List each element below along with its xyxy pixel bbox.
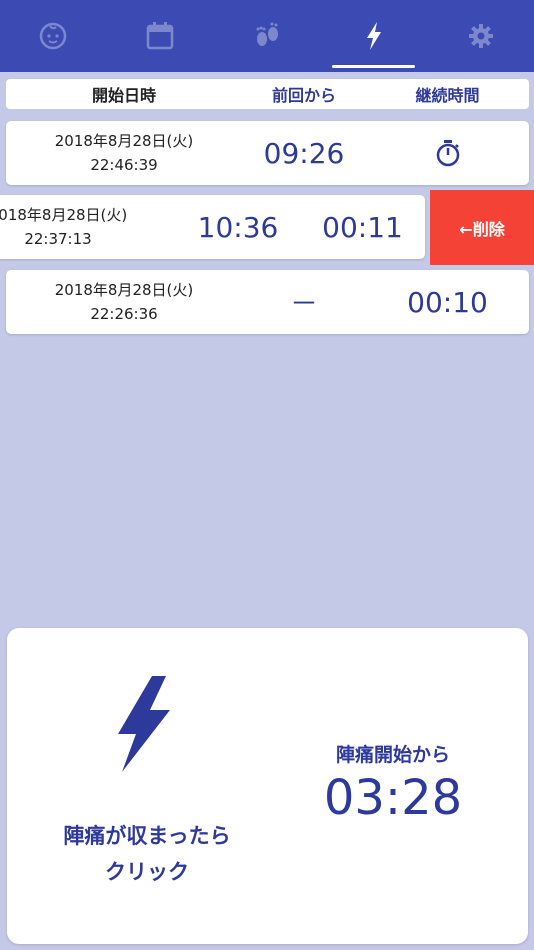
since-start-label: 陣痛開始から (335, 744, 450, 766)
row-datetime: 2018年8月28日(火) 22:37:13 (0, 203, 176, 251)
row-duration: 00:11 (322, 210, 403, 244)
lightning-icon (366, 22, 381, 50)
tab-baby[interactable] (0, 0, 107, 72)
calendar-icon (146, 22, 174, 50)
row-since-previous: － (289, 287, 318, 320)
tab-bar (0, 0, 534, 72)
row-date: 2018年8月28日(火) (54, 281, 194, 299)
delete-button[interactable]: ←削除 (430, 190, 534, 265)
active-tab-indicator (332, 65, 416, 68)
row-time: 22:26:36 (90, 305, 158, 323)
tab-footprints[interactable] (214, 0, 321, 72)
header-duration: 継続時間 (415, 86, 480, 105)
row-date: 2018年8月28日(火) (0, 206, 128, 224)
row-duration (366, 139, 529, 167)
header-start-time: 開始日時 (91, 86, 156, 105)
header-since-previous: 前回から (271, 86, 336, 105)
row-since-previous: 10:36 (197, 210, 279, 244)
click-line-2: クリック (105, 860, 189, 884)
gear-icon (468, 24, 493, 48)
row-time: 22:46:39 (90, 156, 158, 174)
app-root: 開始日時 前回から 継続時間 .header .c1{color:#222;} … (0, 0, 534, 950)
tab-contractions[interactable] (320, 0, 427, 72)
tab-settings[interactable] (427, 0, 534, 72)
row-datetime: 2018年8月28日(火) 22:46:39 (6, 129, 242, 177)
since-start-timer: 03:28 (323, 770, 463, 826)
lightning-icon[interactable] (112, 676, 172, 772)
click-line-1: 陣痛が収まったら (63, 824, 231, 848)
footprints-icon (256, 22, 278, 46)
row-date: 2018年8月28日(火) (54, 132, 194, 150)
row-datetime: 2018年8月28日(火) 22:26:36 (6, 278, 242, 326)
row-since-previous: 09:26 (263, 136, 345, 170)
table-row[interactable]: 2018年8月28日(火) 22:46:39 09:26 (6, 121, 529, 185)
table-row[interactable]: 2018年8月28日(火) 22:26:36 － 00:10 (6, 270, 529, 334)
contraction-panel: 陣痛が収まったら クリック 陣痛開始から 03:28 (7, 628, 528, 944)
tab-calendar[interactable] (107, 0, 214, 72)
table-header: 開始日時 前回から 継続時間 (6, 79, 529, 109)
table-row-swiped[interactable]: 2018年8月28日(火) 22:37:13 10:36 00:11 (0, 195, 425, 259)
end-contraction-button[interactable]: 陣痛が収まったら クリック (27, 818, 267, 890)
baby-face-icon (40, 22, 67, 50)
row-time: 22:37:13 (24, 230, 92, 248)
row-duration: 00:10 (407, 285, 488, 319)
stopwatch-icon (436, 140, 459, 167)
